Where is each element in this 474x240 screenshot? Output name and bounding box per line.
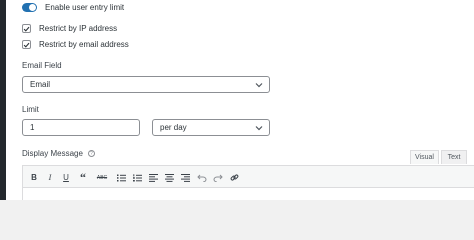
editor-toolbar: B I U “ ABC <box>22 165 474 188</box>
restrict-email-checkbox[interactable] <box>22 40 31 49</box>
underline-button[interactable]: U <box>59 166 73 189</box>
limit-period-selected: per day <box>160 123 187 132</box>
insert-link-button[interactable] <box>227 166 241 189</box>
limit-period-select[interactable]: per day <box>152 119 270 136</box>
align-left-button[interactable] <box>146 166 160 189</box>
restrict-email-row[interactable]: Restrict by email address <box>22 40 129 49</box>
display-message-label: Display Message <box>22 149 83 158</box>
chevron-down-icon <box>255 125 263 130</box>
numbered-list-button[interactable] <box>130 166 144 189</box>
strikethrough-button[interactable]: ABC <box>94 166 110 189</box>
help-icon[interactable]: ? <box>87 150 95 157</box>
undo-button[interactable] <box>195 166 209 189</box>
checkmark-icon <box>23 42 30 48</box>
email-field-selected: Email <box>30 80 51 89</box>
limit-value: 1 <box>30 123 35 132</box>
bullet-list-icon <box>116 174 126 181</box>
link-icon <box>230 174 238 181</box>
tab-visual[interactable]: Visual <box>410 150 439 164</box>
limit-label: Limit <box>22 105 39 114</box>
restrict-email-label: Restrict by email address <box>39 40 129 49</box>
blockquote-button[interactable]: “ <box>76 166 90 189</box>
numbered-list-icon <box>132 173 142 181</box>
bold-button[interactable]: B <box>27 166 41 189</box>
email-field-select[interactable]: Email <box>22 76 270 93</box>
restrict-ip-label: Restrict by IP address <box>39 24 118 33</box>
undo-icon <box>197 174 207 182</box>
restrict-ip-row[interactable]: Restrict by IP address <box>22 24 117 33</box>
align-center-button[interactable] <box>162 166 176 189</box>
bullet-list-button[interactable] <box>114 166 128 189</box>
align-right-icon <box>180 173 190 182</box>
enable-limit-toggle[interactable] <box>22 3 37 12</box>
toggle-knob <box>29 4 36 11</box>
email-field-label: Email Field <box>22 61 62 70</box>
redo-button[interactable] <box>211 166 225 189</box>
enable-limit-row[interactable]: Enable user entry limit <box>22 3 124 12</box>
display-message-label-row: Display Message ? <box>22 149 95 158</box>
italic-button[interactable]: I <box>43 166 57 189</box>
checkmark-icon <box>23 26 30 32</box>
limit-input[interactable]: 1 <box>22 119 140 136</box>
chevron-down-icon <box>255 82 263 87</box>
align-right-button[interactable] <box>178 166 192 189</box>
redo-icon <box>213 174 223 182</box>
message-editor[interactable] <box>22 188 474 200</box>
align-center-icon <box>164 173 174 182</box>
tab-text[interactable]: Text <box>441 150 467 164</box>
enable-limit-label: Enable user entry limit <box>45 3 125 12</box>
align-left-icon <box>148 173 158 182</box>
restrict-ip-checkbox[interactable] <box>22 24 31 33</box>
